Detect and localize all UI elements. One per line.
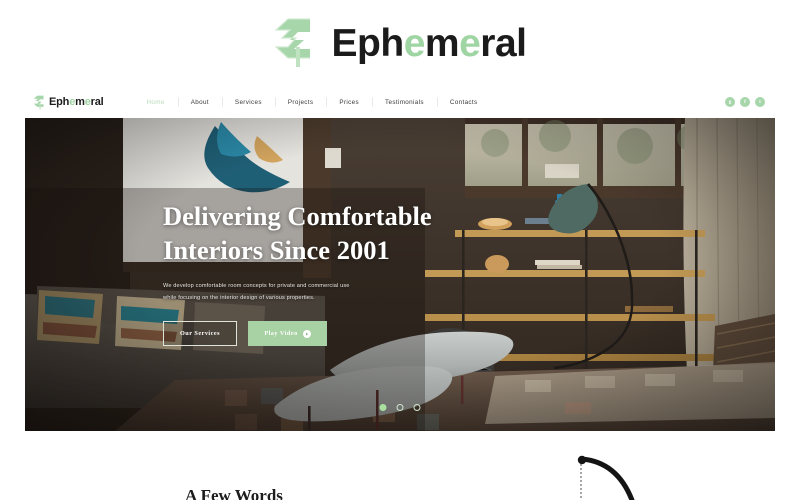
slider-pagination [379, 404, 421, 411]
hero-button-group: Our Services Play Video [163, 321, 493, 347]
play-triangle-icon [302, 329, 311, 338]
hero-title-line-1: Delivering Comfortable [163, 201, 432, 231]
brand-part-1: Eph [331, 21, 405, 65]
navbar-logo[interactable]: Ephemeral [33, 95, 104, 110]
brand-part-2: e [403, 21, 426, 65]
about-section: A Few Words [25, 431, 775, 500]
navbar-logo-text: Ephemeral [49, 96, 104, 108]
navbar-menu: Home About Services Projects Prices Test… [133, 99, 490, 106]
brand-header: Ephemeral [0, 0, 800, 86]
google-plus-icon[interactable]: g [725, 97, 735, 107]
nav-item-about[interactable]: About [178, 99, 222, 106]
hero-slider: Delivering Comfortable Interiors Since 2… [25, 118, 775, 431]
slider-dot-2[interactable] [396, 404, 404, 411]
slider-dot-1[interactable] [379, 404, 387, 411]
our-services-button[interactable]: Our Services [163, 321, 237, 347]
facebook-icon[interactable]: f [740, 97, 750, 107]
logo-icon [273, 18, 310, 67]
nav-item-projects[interactable]: Projects [275, 99, 327, 106]
hero-content: Delivering Comfortable Interiors Since 2… [163, 200, 493, 347]
about-section-heading: A Few Words [185, 486, 283, 500]
navbar-logo-part-5: ral [90, 96, 104, 108]
nav-item-home[interactable]: Home [133, 99, 177, 106]
brand-part-4: e [459, 21, 481, 65]
hero-title: Delivering Comfortable Interiors Since 2… [163, 200, 493, 267]
website-frame: Ephemeral Home About Services Projects P… [25, 86, 775, 500]
nav-item-prices[interactable]: Prices [326, 99, 372, 106]
hero-subtitle: We develop comfortable room concepts for… [163, 283, 350, 302]
brand-part-3: m [424, 21, 460, 65]
play-video-label: Play Video [264, 330, 298, 338]
brand-title: Ephemeral [332, 24, 527, 63]
page-root: Ephemeral Ephemeral Home About Services … [0, 0, 800, 500]
twitter-icon[interactable]: t [755, 97, 765, 107]
nav-item-services[interactable]: Services [222, 99, 275, 106]
brand-part-5: ral [480, 21, 527, 65]
slider-dot-3[interactable] [413, 404, 421, 411]
play-video-button[interactable]: Play Video [248, 321, 327, 347]
navbar-logo-part-1: Eph [49, 96, 70, 108]
hero-title-line-2: Interiors Since 2001 [163, 234, 390, 265]
site-navbar: Ephemeral Home About Services Projects P… [25, 86, 775, 118]
nav-item-contacts[interactable]: Contacts [437, 99, 491, 106]
navbar-logo-icon [33, 95, 44, 109]
navbar-logo-part-3: m [75, 96, 85, 108]
navbar-social-links: g f t [725, 97, 765, 107]
nav-item-testimonials[interactable]: Testimonials [372, 99, 437, 106]
curved-lamp-icon [570, 453, 665, 500]
